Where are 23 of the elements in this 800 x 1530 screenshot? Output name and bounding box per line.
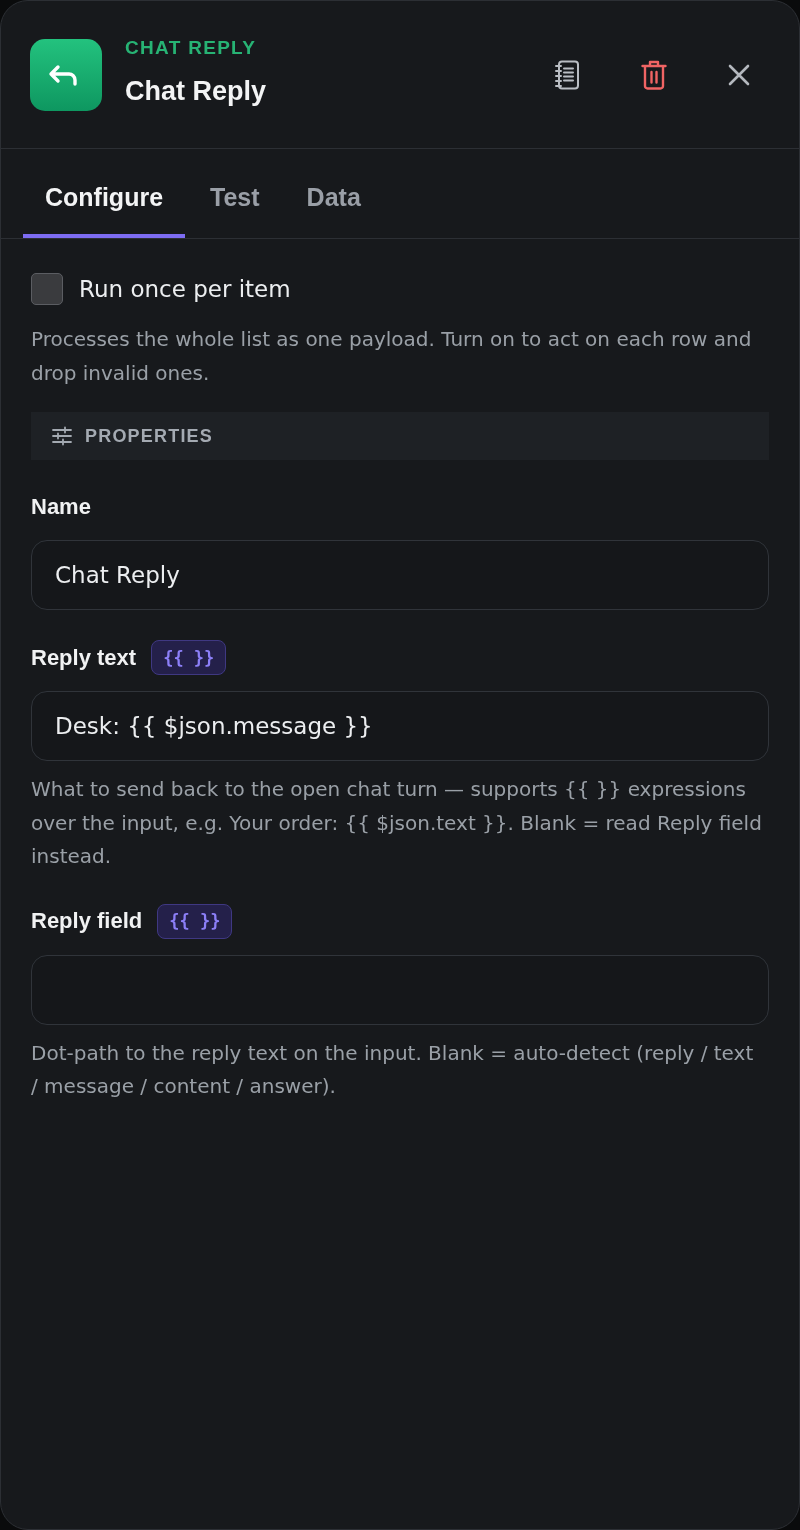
- tab[interactable]: Test: [188, 149, 282, 238]
- expression-badge: {{ }}: [157, 903, 233, 939]
- sliders-icon: [52, 426, 72, 446]
- checkbox-label: Run once per item: [79, 275, 291, 304]
- tab[interactable]: Configure: [23, 149, 186, 238]
- field-label: Reply text: [31, 644, 137, 671]
- close-icon[interactable]: [728, 63, 750, 86]
- help-text: Dot-path to the reply text on the input. Blank = auto-detect (reply / text / message / content / answer).: [31, 1039, 755, 1100]
- help-text: What to send back to the open chat turn — supports {{ }} expressions over the input, e.g. Your order: {{ $json.text }}. Blank = read Reply field instead.: [31, 776, 763, 870]
- input-field[interactable]: [31, 954, 769, 1025]
- section-title: PROPERTIES: [85, 425, 214, 447]
- field-label: Name: [31, 493, 91, 520]
- checkbox[interactable]: [31, 273, 63, 305]
- input-field[interactable]: Chat Reply: [31, 540, 769, 610]
- field-label: Reply field: [31, 908, 143, 934]
- tab[interactable]: Data: [284, 149, 383, 238]
- expression-badge: {{ }}: [151, 640, 227, 675]
- node-title: Chat Reply: [125, 74, 267, 108]
- input-field[interactable]: Desk: {{ $json.message }}: [31, 691, 769, 761]
- trash-icon[interactable]: [641, 59, 667, 90]
- node-type-label: CHAT REPLY: [125, 35, 258, 60]
- notebook-icon[interactable]: [554, 59, 580, 90]
- help-text: Processes the whole list as one payload. Turn on to act on each row and drop invalid ones.: [31, 326, 753, 387]
